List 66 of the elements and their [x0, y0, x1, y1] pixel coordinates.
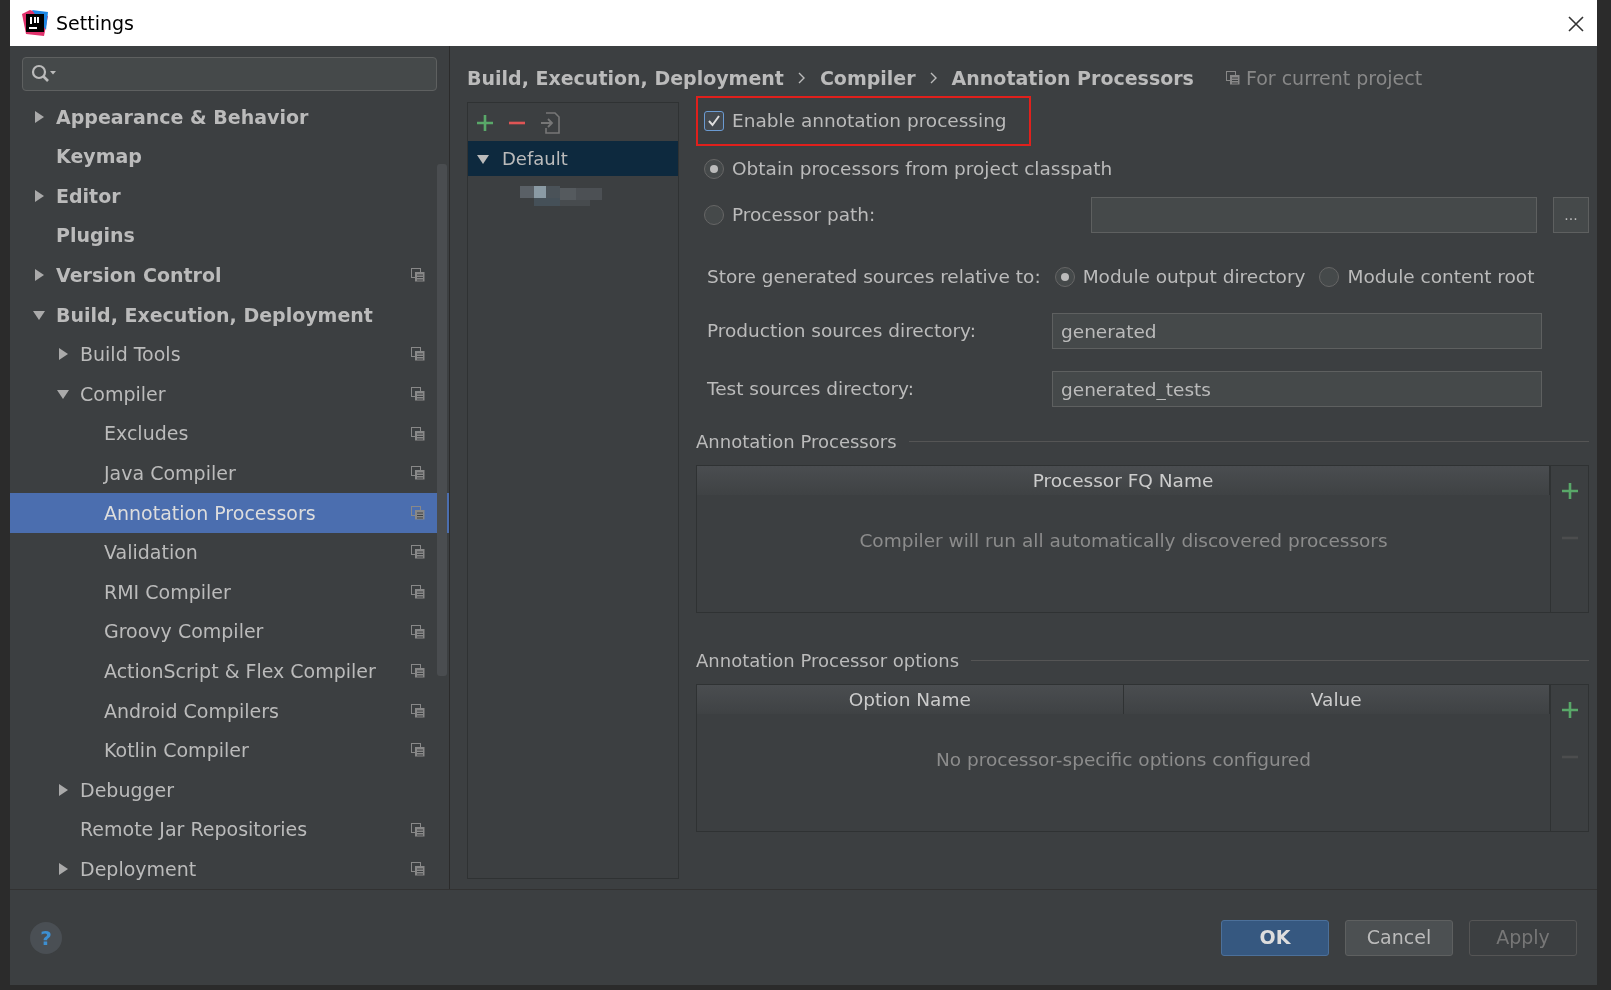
browse-button[interactable]: ... — [1553, 197, 1589, 233]
import-icon — [540, 111, 560, 134]
field-label: Store generated sources relative to: — [707, 265, 1041, 290]
section-title: Annotation Processors — [696, 430, 897, 454]
tree-item[interactable]: Build Tools — [10, 334, 449, 375]
radio-label: Obtain processors from project classpath — [732, 157, 1113, 182]
dialog-button[interactable]: Cancel — [1345, 919, 1453, 956]
tree-item[interactable]: Deployment — [10, 849, 449, 889]
breadcrumb-link[interactable]: Annotation Processors — [951, 63, 1194, 93]
field-label: Test sources directory: — [707, 377, 915, 402]
checkbox[interactable] — [704, 111, 724, 131]
app-logo-icon — [22, 10, 48, 36]
checkbox-label: Enable annotation processing — [732, 109, 1007, 134]
scope-label: For current project — [1245, 65, 1423, 91]
tree-item[interactable]: Editor — [10, 176, 449, 216]
tree-item[interactable]: Validation — [10, 532, 449, 573]
plus-icon — [476, 113, 494, 132]
tree-item[interactable]: Build, Execution, Deployment — [10, 295, 449, 335]
scrollbar[interactable] — [437, 164, 447, 676]
radio-label: Processor path: — [732, 203, 876, 228]
close-icon — [1567, 14, 1585, 33]
plus-icon — [1560, 700, 1579, 719]
radio-button[interactable] — [1319, 267, 1340, 287]
tree-item[interactable]: Remote Jar Repositories — [10, 809, 449, 850]
tree-item[interactable]: Version Control — [10, 255, 449, 296]
tree-item[interactable]: Excludes — [10, 413, 449, 454]
tree-item[interactable]: ActionScript & Flex Compiler — [10, 651, 449, 692]
breadcrumb-link[interactable]: Build, Execution, Deployment — [467, 63, 784, 93]
column-header[interactable]: Processor FQ Name — [697, 466, 1550, 495]
tree-item[interactable]: Java Compiler — [10, 453, 449, 494]
radio-label: Module output directory — [1082, 265, 1306, 290]
profile-item[interactable]: Default — [468, 141, 678, 176]
tree-item[interactable]: RMI Compiler — [10, 572, 449, 612]
tree-item[interactable]: Android Compilers — [10, 691, 449, 731]
breadcrumb-link[interactable]: Compiler — [819, 63, 916, 93]
section-title: Annotation Processor options — [696, 649, 960, 673]
radio-button[interactable] — [704, 205, 724, 225]
empty-message: Compiler will run all automatically discovered processors — [859, 529, 1388, 553]
radio-button[interactable] — [704, 159, 724, 179]
field-label: Production sources directory: — [707, 319, 977, 344]
tree-item[interactable]: Compiler — [10, 374, 449, 414]
tree-item[interactable]: Debugger — [10, 770, 449, 810]
text-field[interactable]: generated_tests — [1052, 371, 1542, 407]
radio-button[interactable] — [1054, 267, 1075, 287]
minus-icon — [508, 120, 526, 125]
tree-item[interactable]: Plugins — [10, 215, 449, 256]
path-field[interactable] — [1091, 197, 1537, 233]
column-header[interactable]: Option Name — [697, 685, 1124, 714]
ok-button[interactable]: OK — [1221, 919, 1329, 956]
empty-message: No processor-specific options configured — [936, 748, 1311, 772]
radio-label: Module content root — [1347, 265, 1535, 290]
chevron-icon — [929, 72, 938, 84]
tree-item[interactable]: Keymap — [10, 136, 449, 177]
chevron-icon — [797, 72, 806, 84]
text-field[interactable]: generated — [1052, 313, 1542, 349]
copy-icon — [1225, 71, 1240, 85]
tree-item[interactable]: Appearance & Behavior — [10, 97, 449, 137]
tree-item[interactable]: Kotlin Compiler — [10, 730, 449, 771]
search-field[interactable] — [22, 57, 437, 92]
window-title: Settings — [56, 10, 134, 36]
checkmark-icon — [707, 114, 721, 128]
plus-icon — [1560, 481, 1579, 500]
import-button[interactable] — [540, 110, 560, 134]
tree-item[interactable]: Groovy Compiler — [10, 611, 449, 652]
column-header[interactable]: Value — [1123, 685, 1550, 714]
tree-item[interactable]: Annotation Processors — [10, 493, 449, 533]
